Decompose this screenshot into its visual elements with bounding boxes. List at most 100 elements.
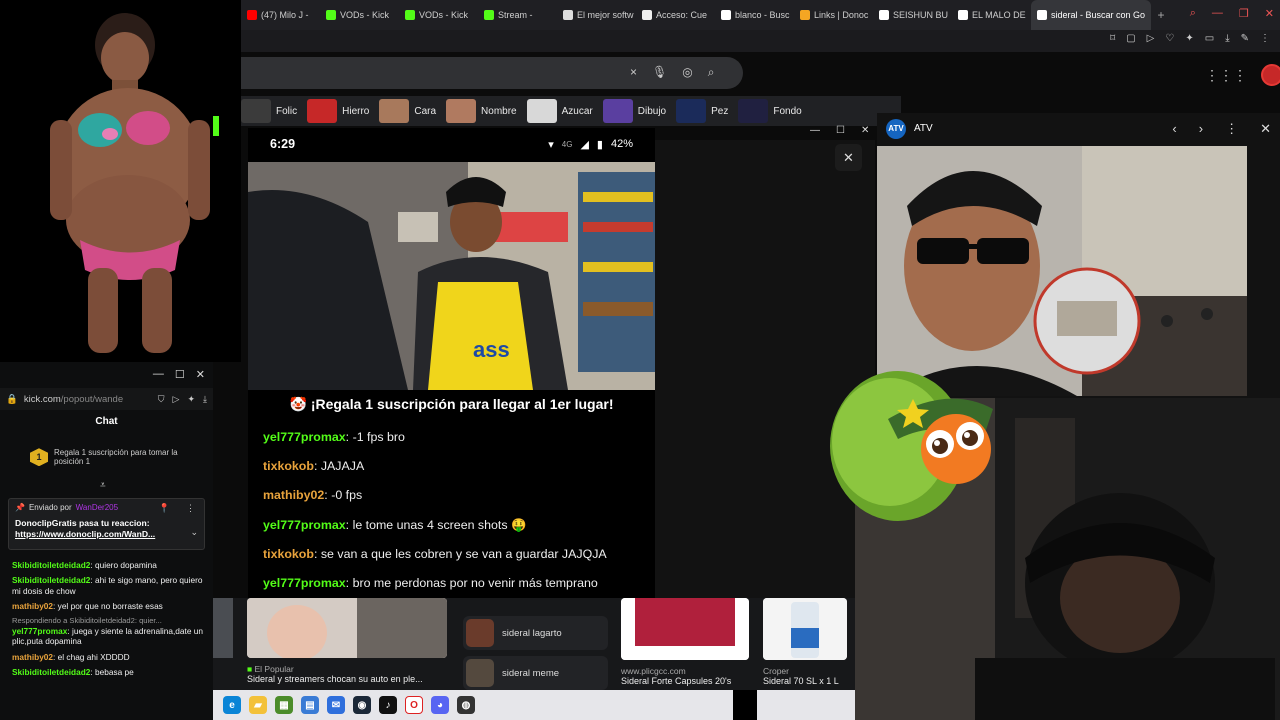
pinned-header: 📌 Enviado por WanDer205 (15, 503, 198, 512)
screenshot-icon[interactable]: ▢ (1126, 33, 1135, 44)
pinned-username[interactable]: WanDer205 (76, 503, 118, 512)
close-icon[interactable]: ✕ (1260, 121, 1271, 137)
ai-icon[interactable]: ✎ (1241, 33, 1249, 44)
steam-icon[interactable]: ◉ (353, 696, 371, 714)
result-card[interactable]: Croper Sideral 70 SL x 1 L (763, 598, 853, 686)
browser-tab[interactable]: VODs - Kick (320, 0, 399, 30)
browser-tab[interactable]: Acceso: Cue (636, 0, 715, 30)
folder-icon[interactable]: ▰ (249, 696, 267, 714)
bookmark-icon[interactable]: ⌑ (1110, 33, 1115, 44)
sidebar-icon[interactable]: ▭ (1205, 33, 1214, 44)
profile-avatar[interactable] (1261, 64, 1280, 86)
related-search-1[interactable]: sideral lagarto (463, 616, 608, 650)
phone-time: 6:29 (270, 137, 296, 151)
search-chip[interactable]: Cara (379, 97, 440, 125)
chat-username[interactable]: mathiby02 (12, 601, 53, 611)
pinned-link[interactable]: https://www.donoclip.com/WanD... (15, 529, 198, 540)
search-chip[interactable]: Azucar (526, 97, 597, 125)
tab-active[interactable]: sideral - Buscar con Go (1031, 0, 1151, 30)
chat-address-bar[interactable]: 🔒 kick.com/popout/wande ⛉ ▷ ✦ ⤓ (0, 388, 213, 410)
shield-icon[interactable]: ⛉ (158, 394, 165, 405)
mail-icon[interactable]: ✉ (327, 696, 345, 714)
chat-message: mathiby02: el chag ahi XDDDD (12, 651, 130, 662)
download-icon[interactable]: ⤓ (203, 394, 207, 405)
chat-username[interactable]: yel777promax (263, 576, 346, 590)
browser-tab[interactable]: VODs - Kick (399, 0, 478, 30)
search-chip[interactable]: Fondo (738, 97, 805, 125)
new-tab-button[interactable]: + (1151, 8, 1171, 22)
close-icon[interactable]: ✕ (1265, 7, 1274, 20)
chat-username[interactable]: yel777promax (263, 430, 346, 444)
browser-tab[interactable]: blanco - Busc (715, 0, 794, 30)
collapse-icon[interactable]: ⩡ (100, 480, 106, 491)
extensions-icon[interactable]: ✦ (1185, 33, 1193, 44)
play-icon[interactable]: ▷ (173, 394, 180, 405)
opera-icon[interactable]: O (405, 696, 423, 714)
obs-icon[interactable]: ◍ (457, 696, 475, 714)
minimize-icon[interactable]: — (153, 368, 164, 381)
extensions-icon[interactable]: ✦ (187, 394, 195, 405)
chat-username[interactable]: yel777promax (12, 626, 67, 636)
browser-tab[interactable]: EL MALO DE (952, 0, 1031, 30)
search-chip[interactable]: Nombre (446, 97, 521, 125)
sub-gift-banner[interactable]: 🤡 ¡Regala 1 suscripción para llegar al 1… (248, 396, 655, 413)
search-chip[interactable]: Folic (241, 97, 301, 125)
calculator-icon[interactable]: ▤ (301, 696, 319, 714)
restore-icon[interactable]: ❐ (1239, 7, 1249, 20)
browser-tab[interactable]: Stream - (478, 0, 557, 30)
chat-username[interactable]: yel777promax (263, 518, 346, 532)
more-options-icon[interactable]: ⋮ (1225, 121, 1238, 137)
chat-username[interactable]: mathiby02 (12, 652, 53, 662)
chat-username[interactable]: Skibiditoiletdeidad2 (12, 667, 90, 677)
minimize-icon[interactable]: — (810, 125, 820, 136)
browser-tab[interactable]: SEISHUN BU (873, 0, 952, 30)
forward-icon[interactable]: › (1199, 121, 1203, 137)
search-chip[interactable]: Pez (676, 97, 732, 125)
send-icon[interactable]: ▷ (1147, 33, 1155, 44)
minecraft-icon[interactable]: ▦ (275, 696, 293, 714)
url-domain: kick.com (23, 393, 61, 405)
close-icon[interactable]: ✕ (196, 368, 205, 381)
result-card[interactable]: www.plicgcc.com Sideral Forte Capsules 2… (621, 598, 749, 686)
clear-search-icon[interactable]: × (630, 65, 637, 80)
chat-username[interactable]: mathiby02 (263, 488, 324, 502)
browser-tab[interactable]: Links | Donoc (794, 0, 873, 30)
search-icon[interactable]: ⌕ (708, 65, 715, 80)
download-icon[interactable]: ⤓ (1225, 33, 1229, 44)
microphone-icon[interactable]: 🎙 (652, 65, 667, 80)
result-thumbnail[interactable] (213, 598, 233, 658)
chat-username[interactable]: tixkokob (263, 547, 314, 561)
kick-chat-popout: — ☐ ✕ 🔒 kick.com/popout/wande ⛉ ▷ ✦ ⤓ Ch… (0, 362, 213, 720)
edge-icon[interactable]: e (223, 696, 241, 714)
search-chip[interactable]: Dibujo (602, 97, 670, 125)
taskbar-app-icon[interactable] (733, 690, 757, 720)
result-card[interactable]: ■ El Popular Sideral y streamers chocan … (247, 598, 447, 684)
browser-tab[interactable]: El mejor softw (557, 0, 636, 30)
search-tabs-icon[interactable]: ⌕ (1190, 7, 1196, 20)
maximize-icon[interactable]: ☐ (175, 368, 185, 381)
back-icon[interactable]: ‹ (1172, 121, 1176, 137)
image-results-row: ■ El Popular Sideral y streamers chocan … (213, 598, 855, 690)
related-search-2[interactable]: sideral meme (463, 656, 608, 690)
signal-icon: ◢ (580, 138, 589, 151)
unpin-icon[interactable]: 📍 (159, 503, 170, 514)
lens-icon[interactable]: ◎ (682, 65, 692, 80)
tab-favicon-icon (721, 10, 731, 20)
heart-icon[interactable]: ♡ (1165, 33, 1174, 44)
chevron-down-icon[interactable]: ⌄ (190, 527, 198, 538)
browser-tab[interactable]: (47) Milo J - (241, 0, 320, 30)
search-chip[interactable]: Hierro (307, 97, 373, 125)
chat-username[interactable]: tixkokob (263, 459, 314, 473)
chat-username[interactable]: Skibiditoiletdeidad2 (12, 575, 90, 585)
close-icon[interactable]: ✕ (861, 125, 869, 136)
maximize-icon[interactable]: ☐ (836, 125, 845, 136)
minimize-icon[interactable]: — (1212, 7, 1223, 20)
apps-grid-icon[interactable]: ⋮⋮⋮ (1205, 67, 1247, 84)
discord-icon[interactable]: ◕ (431, 696, 449, 714)
more-options-icon[interactable]: ⋮ (186, 503, 195, 514)
chat-username[interactable]: Skibiditoiletdeidad2 (12, 560, 90, 570)
menu-icon[interactable]: ⋮ (1260, 33, 1270, 44)
sub-gift-promo[interactable]: 1 Regala 1 suscripción para tomar la pos… (30, 448, 200, 467)
tiktok-icon[interactable]: ♪ (379, 696, 397, 714)
lightbox-close-button[interactable]: ✕ (835, 144, 862, 171)
